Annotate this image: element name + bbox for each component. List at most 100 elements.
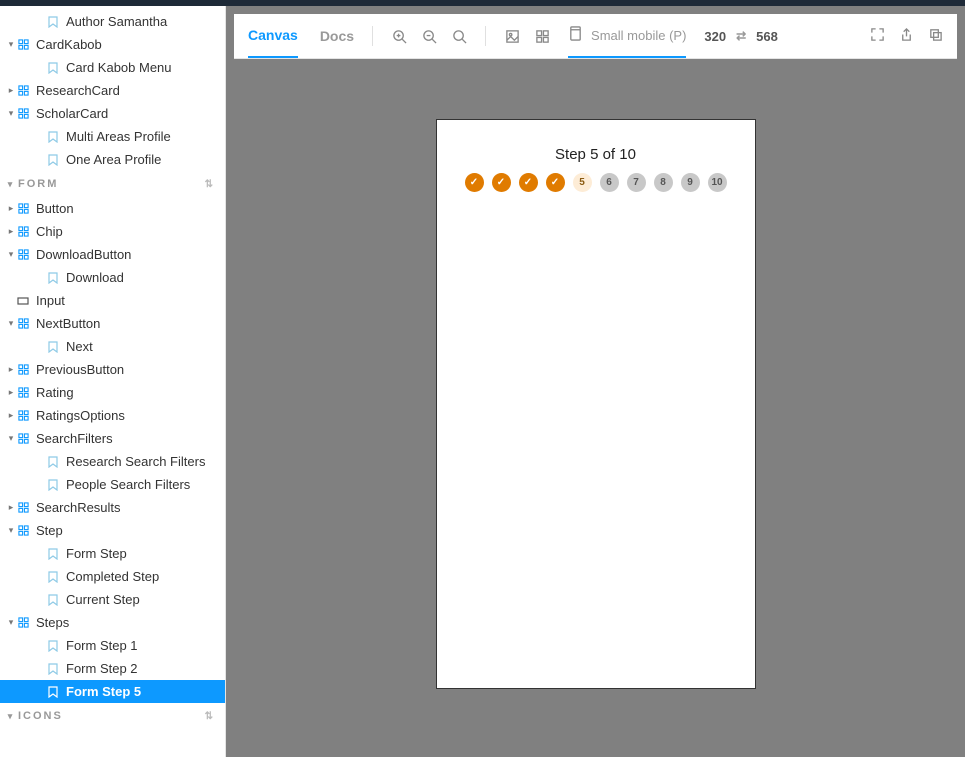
component-icon (16, 616, 30, 630)
sort-icon[interactable]: ⇅ (205, 711, 215, 722)
tree-item-label: Completed Step (66, 569, 159, 584)
tree-item-label: Steps (36, 615, 69, 630)
tree-item[interactable]: ▾NextButton (0, 312, 225, 335)
grid-icon[interactable] (534, 28, 550, 44)
step-dot[interactable]: ✓ (519, 173, 538, 192)
caret-closed-icon[interactable]: ▸ (6, 203, 16, 214)
bookmark-icon (46, 131, 60, 143)
caret-open-icon[interactable]: ▾ (6, 249, 16, 260)
bookmark-icon (46, 663, 60, 675)
tree-item[interactable]: Input (0, 289, 225, 312)
step-dot[interactable]: ✓ (546, 173, 565, 192)
tree-item[interactable]: ▸ Button (0, 197, 225, 220)
caret-open-icon[interactable]: ▾ (6, 39, 16, 50)
viewport-selector[interactable]: Small mobile (P) (568, 14, 686, 58)
tree-item[interactable]: ▸ PreviousButton (0, 358, 225, 381)
tree-item[interactable]: ▾ScholarCard (0, 102, 225, 125)
bookmark-icon (46, 456, 60, 468)
step-dot[interactable]: 8 (654, 173, 673, 192)
bookmark-icon (46, 154, 60, 166)
caret-open-icon[interactable]: ▾ (6, 318, 16, 329)
caret-closed-icon[interactable]: ▸ (6, 364, 16, 375)
swap-dimensions-icon[interactable]: ⇄ (736, 29, 746, 43)
section-header-form[interactable]: ▾FORM⇅ (0, 171, 225, 197)
section-title: FORM (18, 178, 58, 190)
tree-item[interactable]: Form Step 2 (0, 657, 225, 680)
tree-item-label: Form Step 1 (66, 638, 138, 653)
zoom-in-icon[interactable] (391, 28, 407, 44)
tab-canvas[interactable]: Canvas (248, 14, 298, 58)
tree-item-label: Step (36, 523, 63, 538)
step-dot[interactable]: 5 (573, 173, 592, 192)
bookmark-icon (46, 341, 60, 353)
width-value[interactable]: 320 (704, 29, 726, 44)
bookmark-icon (46, 548, 60, 560)
tree-item[interactable]: Form Step 1 (0, 634, 225, 657)
step-dot[interactable]: ✓ (492, 173, 511, 192)
tree-item[interactable]: People Search Filters (0, 473, 225, 496)
tree-item[interactable]: Multi Areas Profile (0, 125, 225, 148)
step-dot[interactable]: 6 (600, 173, 619, 192)
divider (372, 26, 373, 46)
tree-item[interactable]: ▾DownloadButton (0, 243, 225, 266)
tree-item-label: People Search Filters (66, 477, 190, 492)
share-icon[interactable] (899, 27, 914, 45)
component-icon (16, 409, 30, 423)
copy-icon[interactable] (928, 27, 943, 45)
tree-item[interactable]: Form Step 5 (0, 680, 225, 703)
tab-docs[interactable]: Docs (320, 14, 354, 58)
tree-item[interactable]: ▸ ResearchCard (0, 79, 225, 102)
tree-item-label: CardKabob (36, 37, 102, 52)
step-dot[interactable]: ✓ (465, 173, 484, 192)
tree-item[interactable]: One Area Profile (0, 148, 225, 171)
tree-item[interactable]: Download (0, 266, 225, 289)
viewport-icon (568, 26, 583, 44)
step-dot[interactable]: 9 (681, 173, 700, 192)
caret-open-icon[interactable]: ▾ (6, 525, 16, 536)
height-value[interactable]: 568 (756, 29, 778, 44)
tree-item[interactable]: Author Samantha (0, 10, 225, 33)
tree-item[interactable]: ▾ CardKabob (0, 33, 225, 56)
tree-item[interactable]: ▾ Step (0, 519, 225, 542)
bookmark-icon (46, 686, 60, 698)
tree-item-label: Button (36, 201, 74, 216)
component-icon (16, 107, 30, 121)
tree-item[interactable]: ▾ Steps (0, 611, 225, 634)
canvas-area[interactable]: Step 5 of 10 ✓ ✓ ✓ ✓ 56789 10 (226, 59, 965, 757)
toolbar: Canvas Docs Small mobile (P) 320 ⇄ 5 (234, 14, 957, 59)
tree-item-label: PreviousButton (36, 362, 124, 377)
tree-item[interactable]: ▸RatingsOptions (0, 404, 225, 427)
sort-icon[interactable]: ⇅ (205, 179, 215, 190)
caret-open-icon[interactable]: ▾ (6, 108, 16, 119)
step-title: Step 5 of 10 (449, 146, 743, 163)
tree-item[interactable]: Completed Step (0, 565, 225, 588)
caret-closed-icon[interactable]: ▸ (6, 226, 16, 237)
component-icon (16, 225, 30, 239)
tree-item-label: ResearchCard (36, 83, 120, 98)
tree-item[interactable]: Form Step (0, 542, 225, 565)
tree-item[interactable]: Card Kabob Menu (0, 56, 225, 79)
caret-closed-icon[interactable]: ▸ (6, 502, 16, 513)
caret-closed-icon[interactable]: ▸ (6, 85, 16, 96)
caret-closed-icon[interactable]: ▸ (6, 410, 16, 421)
fullscreen-icon[interactable] (870, 27, 885, 45)
step-dot[interactable]: 7 (627, 173, 646, 192)
input-icon (16, 296, 30, 306)
tree-item[interactable]: ▸SearchResults (0, 496, 225, 519)
background-icon[interactable] (504, 28, 520, 44)
component-icon (16, 363, 30, 377)
tree-item[interactable]: Current Step (0, 588, 225, 611)
section-header-icons[interactable]: ▾ICONS⇅ (0, 703, 225, 729)
tree-item[interactable]: ▸Rating (0, 381, 225, 404)
step-dot[interactable]: 10 (708, 173, 727, 192)
tree-item[interactable]: Research Search Filters (0, 450, 225, 473)
tree-item[interactable]: Next (0, 335, 225, 358)
caret-closed-icon[interactable]: ▸ (6, 387, 16, 398)
tree-item[interactable]: ▾ SearchFilters (0, 427, 225, 450)
caret-open-icon[interactable]: ▾ (6, 617, 16, 628)
zoom-reset-icon[interactable] (451, 28, 467, 44)
caret-open-icon[interactable]: ▾ (6, 433, 16, 444)
tree-item-label: SearchFilters (36, 431, 113, 446)
zoom-out-icon[interactable] (421, 28, 437, 44)
tree-item[interactable]: ▸Chip (0, 220, 225, 243)
